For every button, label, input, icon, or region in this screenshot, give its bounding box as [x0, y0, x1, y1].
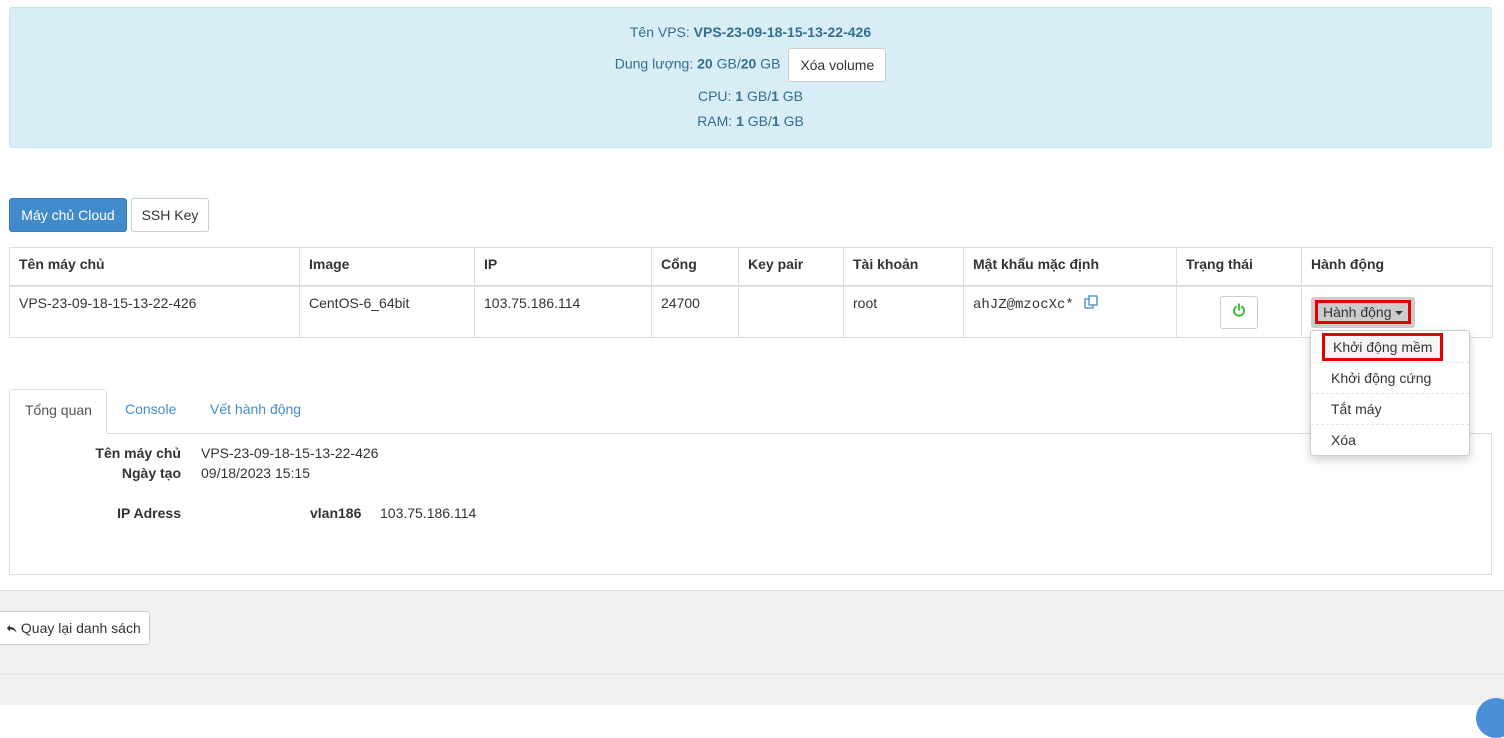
created-label: Ngày tạo: [121, 465, 181, 481]
ram-label: RAM:: [697, 113, 733, 129]
storage-total: 20: [740, 55, 757, 72]
reply-arrow-icon: [6, 620, 21, 636]
delete-volume-button[interactable]: Xóa volume: [788, 48, 887, 82]
header-status: Trạng thái: [1176, 247, 1302, 287]
action-dropdown-label: Hành động: [1323, 303, 1392, 320]
server-table: Tên máy chủ Image IP Cổng Key pair Tài k…: [9, 247, 1493, 338]
overview-pane: Tên máy chủ VPS-23-09-18-15-13-22-426 Ng…: [9, 433, 1492, 575]
cloud-server-tab[interactable]: Máy chủ Cloud: [9, 198, 127, 232]
ram-used: 1: [736, 113, 744, 129]
header-ip: IP: [474, 247, 652, 287]
power-button[interactable]: [1220, 295, 1258, 329]
ip-address-value: 103.75.186.114: [380, 505, 477, 521]
ram-total: 1: [771, 113, 780, 129]
created-value: 09/18/2023 15:15: [201, 465, 310, 481]
cpu-unit: GB: [778, 88, 804, 104]
vps-name-value: VPS-23-09-18-15-13-22-426: [693, 24, 872, 40]
ssh-key-tab[interactable]: SSH Key: [131, 198, 209, 232]
hostname-label: Tên máy chủ: [95, 445, 181, 461]
header-password: Mật khẩu mặc định: [963, 247, 1177, 287]
power-icon: [1232, 302, 1246, 321]
footer-area: [0, 590, 1504, 705]
vps-info-panel: Tên VPS: VPS-23-09-18-15-13-22-426 Dung …: [9, 7, 1492, 148]
ram-sep: GB/: [743, 113, 772, 129]
tab-console[interactable]: Console: [110, 389, 191, 434]
tab-action-log[interactable]: Vết hành động: [195, 389, 316, 434]
chat-widget-icon[interactable]: [1476, 698, 1504, 738]
vps-name-label: Tên VPS:: [629, 24, 690, 40]
copy-icon[interactable]: [1084, 295, 1098, 312]
tab-overview[interactable]: Tổng quan: [9, 389, 107, 434]
ip-address-label: IP Adress: [117, 505, 181, 521]
menu-item-soft-reboot[interactable]: Khởi động mềm: [1311, 331, 1469, 362]
menu-item-shutdown[interactable]: Tắt máy: [1311, 393, 1469, 424]
cpu-label: CPU:: [697, 88, 732, 104]
cell-port: 24700: [651, 285, 739, 338]
header-action: Hành động: [1301, 247, 1493, 287]
ram-line: RAM: 1 GB/1 GB: [10, 113, 1491, 129]
header-image: Image: [299, 247, 475, 287]
cell-image: CentOS-6_64bit: [299, 285, 475, 338]
menu-item-soft-reboot-label: Khởi động mềm: [1322, 333, 1444, 361]
header-port: Cổng: [651, 247, 739, 287]
header-account: Tài khoản: [843, 247, 964, 287]
cell-password: ahJZ@mzocXc*: [963, 285, 1177, 338]
menu-item-delete[interactable]: Xóa: [1311, 424, 1469, 455]
table-row: VPS-23-09-18-15-13-22-426 CentOS-6_64bit…: [9, 285, 1493, 338]
vps-name-line: Tên VPS: VPS-23-09-18-15-13-22-426: [10, 24, 1491, 40]
footer-divider: [0, 674, 1504, 675]
action-dropdown-wrapper: Hành động: [1311, 296, 1415, 328]
back-to-list-label: Quay lại danh sách: [20, 620, 141, 636]
ram-unit: GB: [779, 113, 804, 129]
password-value: ahJZ@mzocXc*: [973, 296, 1074, 313]
action-dropdown-menu: Khởi động mềm Khởi động cứng Tắt máy Xóa: [1310, 330, 1470, 456]
cpu-line: CPU: 1 GB/1 GB: [10, 88, 1491, 104]
table-header-row: Tên máy chủ Image IP Cổng Key pair Tài k…: [9, 247, 1493, 287]
storage-unit: GB: [756, 55, 781, 72]
cell-key-pair: [738, 285, 844, 338]
storage-used: 20: [697, 55, 713, 72]
cpu-used: 1: [735, 88, 744, 104]
ip-network-name: vlan186: [310, 505, 362, 521]
action-dropdown-button[interactable]: Hành động: [1315, 299, 1411, 324]
hostname-value: VPS-23-09-18-15-13-22-426: [201, 445, 379, 461]
header-key-pair: Key pair: [738, 247, 844, 287]
cell-status: [1176, 285, 1302, 338]
cpu-total: 1: [771, 88, 779, 104]
cell-account: root: [843, 285, 964, 338]
storage-sep: GB/: [712, 55, 741, 72]
back-to-list-button[interactable]: Quay lại danh sách: [0, 611, 150, 645]
cpu-sep: GB/: [743, 88, 772, 104]
caret-down-icon: [1394, 310, 1403, 315]
storage-line: Dung lượng: 20 GB/20 GB Xóa volume: [10, 48, 1491, 82]
storage-label: Dung lượng:: [614, 55, 694, 72]
cell-server-name: VPS-23-09-18-15-13-22-426: [9, 285, 300, 338]
menu-item-hard-reboot[interactable]: Khởi động cứng: [1311, 362, 1469, 393]
cell-ip: 103.75.186.114: [474, 285, 652, 338]
header-server-name: Tên máy chủ: [9, 247, 300, 287]
